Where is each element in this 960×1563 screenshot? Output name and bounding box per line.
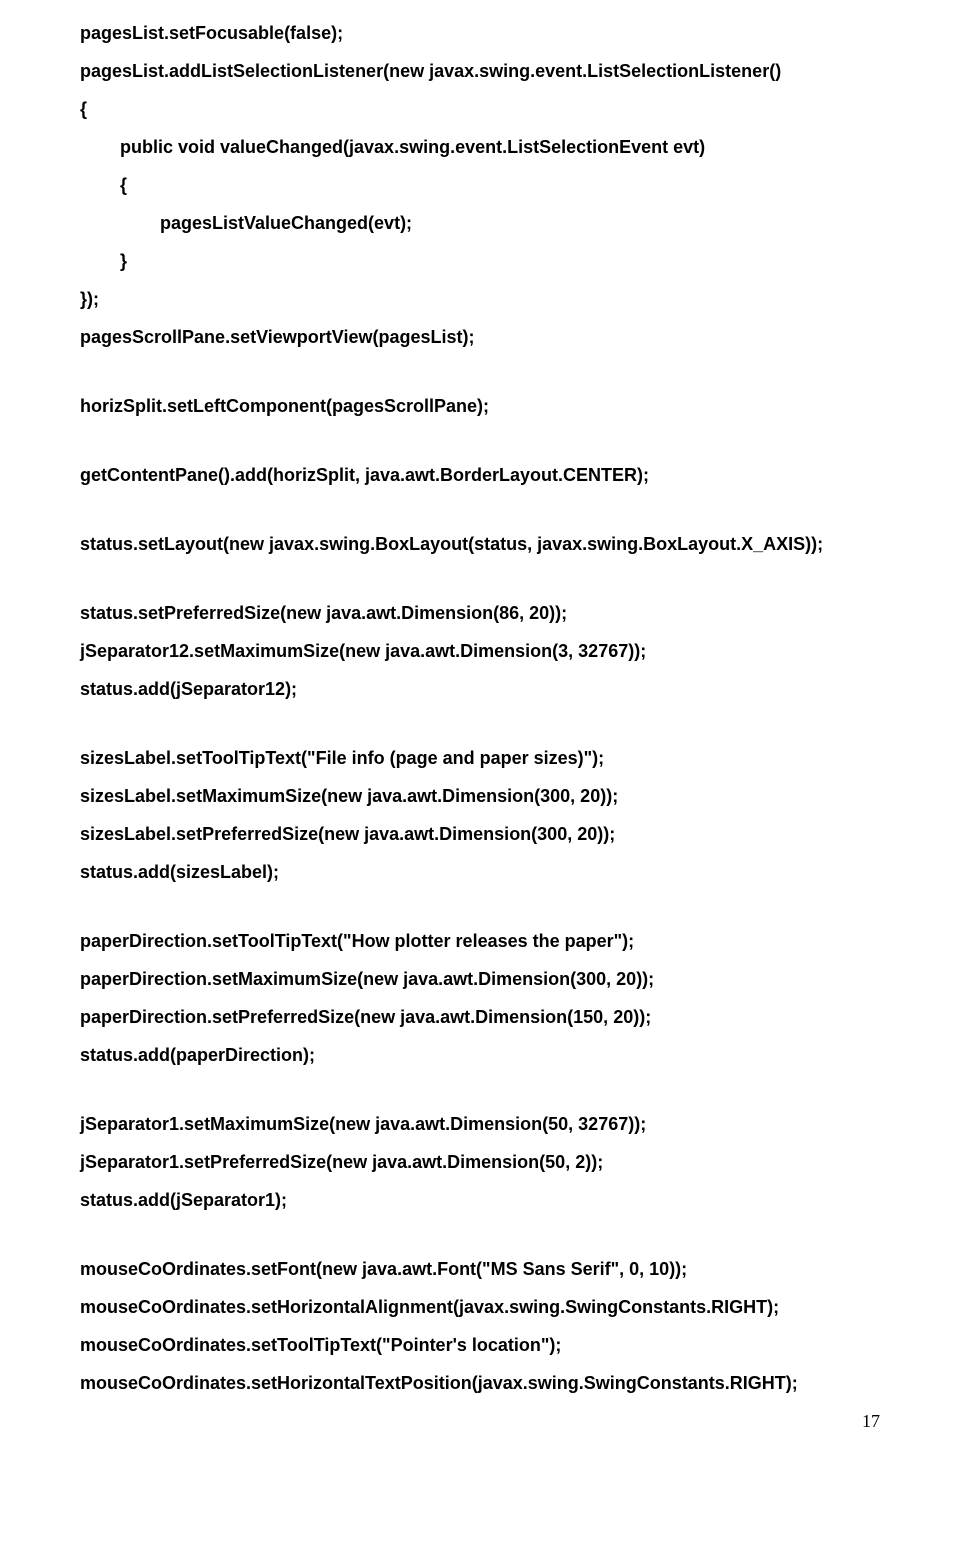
code-line: paperDirection.setToolTipText("How plott… <box>80 928 880 955</box>
code-line: jSeparator1.setPreferredSize(new java.aw… <box>80 1149 880 1176</box>
code-line: status.add(sizesLabel); <box>80 859 880 886</box>
code-line: { <box>80 96 880 123</box>
code-line: pagesScrollPane.setViewportView(pagesLis… <box>80 324 880 351</box>
code-line: status.add(paperDirection); <box>80 1042 880 1069</box>
code-line: jSeparator1.setMaximumSize(new java.awt.… <box>80 1111 880 1138</box>
code-line: getContentPane().add(horizSplit, java.aw… <box>80 462 880 489</box>
code-line: status.setLayout(new javax.swing.BoxLayo… <box>80 531 880 558</box>
code-line: mouseCoOrdinates.setToolTipText("Pointer… <box>80 1332 880 1359</box>
code-line: status.add(jSeparator12); <box>80 676 880 703</box>
code-line: } <box>80 248 880 275</box>
code-line: horizSplit.setLeftComponent(pagesScrollP… <box>80 393 880 420</box>
code-block: pagesList.setFocusable(false); pagesList.… <box>80 20 880 1397</box>
code-line: pagesListValueChanged(evt); <box>80 210 880 237</box>
code-line: mouseCoOrdinates.setFont(new java.awt.Fo… <box>80 1256 880 1283</box>
code-line: sizesLabel.setToolTipText("File info (pa… <box>80 745 880 772</box>
code-line: sizesLabel.setPreferredSize(new java.awt… <box>80 821 880 848</box>
code-line: mouseCoOrdinates.setHorizontalTextPositi… <box>80 1370 880 1397</box>
code-line: mouseCoOrdinates.setHorizontalAlignment(… <box>80 1294 880 1321</box>
code-line: pagesList.setFocusable(false); <box>80 20 880 47</box>
code-line: paperDirection.setPreferredSize(new java… <box>80 1004 880 1031</box>
code-line: status.setPreferredSize(new java.awt.Dim… <box>80 600 880 627</box>
code-line: jSeparator12.setMaximumSize(new java.awt… <box>80 638 880 665</box>
page-number: 17 <box>80 1408 880 1435</box>
code-line: sizesLabel.setMaximumSize(new java.awt.D… <box>80 783 880 810</box>
code-line: paperDirection.setMaximumSize(new java.a… <box>80 966 880 993</box>
code-line: { <box>80 172 880 199</box>
code-line: }); <box>80 286 880 313</box>
code-line: status.add(jSeparator1); <box>80 1187 880 1214</box>
code-line: pagesList.addListSelectionListener(new j… <box>80 58 880 85</box>
code-line: public void valueChanged(javax.swing.eve… <box>80 134 880 161</box>
